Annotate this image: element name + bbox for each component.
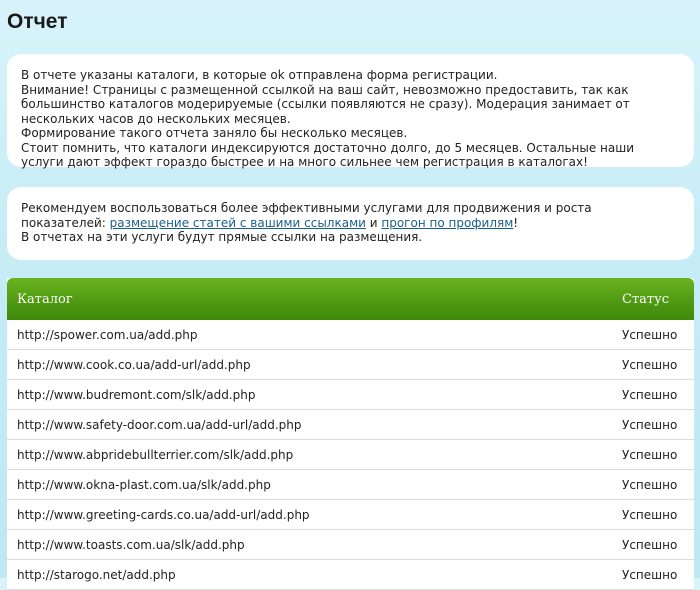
promo-box: Рекомендуем воспользоваться более эффект… bbox=[7, 187, 694, 260]
promo-conjunction: и bbox=[365, 215, 382, 230]
table-row: http://www.toasts.com.ua/slk/add.php Усп… bbox=[7, 529, 694, 560]
status-value: Успешно bbox=[612, 529, 694, 560]
status-column-header: Статус bbox=[612, 278, 694, 320]
table-row: http://www.cook.co.ua/add-url/add.php Ус… bbox=[7, 349, 694, 380]
info-line-1: В отчете указаны каталоги, в которые ok … bbox=[21, 68, 498, 82]
profiles-service-link[interactable]: прогон по профилям bbox=[381, 216, 513, 230]
table-row: http://www.okna-plast.com.ua/slk/add.php… bbox=[7, 469, 694, 500]
status-value: Успешно bbox=[612, 439, 694, 470]
table-row: http://www.abpridebullterrier.com/slk/ad… bbox=[7, 439, 694, 470]
catalog-url: http://www.greeting-cards.co.ua/add-url/… bbox=[7, 499, 612, 530]
table-row: http://www.budremont.com/slk/add.php Усп… bbox=[7, 379, 694, 410]
table-row: http://spower.com.ua/add.php Успешно bbox=[7, 320, 694, 350]
catalog-url: http://www.safety-door.com.ua/add-url/ad… bbox=[7, 409, 612, 440]
info-line-2: Внимание! Страницы с размещенной ссылкой… bbox=[21, 82, 630, 126]
status-value: Успешно bbox=[612, 379, 694, 410]
catalog-url: http://www.abpridebullterrier.com/slk/ad… bbox=[7, 439, 612, 470]
report-info-box: В отчете указаны каталоги, в которые ok … bbox=[7, 54, 694, 170]
info-line-3: Формирование такого отчета заняло бы нес… bbox=[21, 126, 408, 140]
catalog-url: http://spower.com.ua/add.php bbox=[7, 320, 612, 350]
articles-service-link[interactable]: размещение статей с вашими ссылками bbox=[110, 216, 366, 230]
status-value: Успешно bbox=[612, 349, 694, 380]
catalog-url: http://www.cook.co.ua/add-url/add.php bbox=[7, 349, 612, 380]
table-row: http://www.greeting-cards.co.ua/add-url/… bbox=[7, 499, 694, 530]
table-row: http://starogo.net/add.php Успешно bbox=[7, 559, 694, 590]
promo-text: Рекомендуем воспользоваться более эффект… bbox=[21, 201, 680, 230]
status-value: Успешно bbox=[612, 320, 694, 350]
info-line-4: Стоит помнить, что каталоги индексируютс… bbox=[21, 140, 635, 170]
table-row: http://www.safety-door.com.ua/add-url/ad… bbox=[7, 409, 694, 440]
status-value: Успешно bbox=[612, 409, 694, 440]
table-header-row: Каталог Статус bbox=[7, 278, 694, 320]
catalog-url: http://www.toasts.com.ua/slk/add.php bbox=[7, 529, 612, 560]
catalog-column-header: Каталог bbox=[7, 278, 612, 320]
promo-end: ! bbox=[513, 215, 519, 230]
report-table: Каталог Статус http://spower.com.ua/add.… bbox=[7, 278, 694, 590]
status-value: Успешно bbox=[612, 499, 694, 530]
status-value: Успешно bbox=[612, 559, 694, 590]
catalog-url: http://www.budremont.com/slk/add.php bbox=[7, 379, 612, 410]
catalog-url: http://starogo.net/add.php bbox=[7, 559, 612, 590]
status-value: Успешно bbox=[612, 469, 694, 500]
promo-note: В отчетах на эти услуги будут прямые ссы… bbox=[21, 230, 423, 244]
page-title: Отчет bbox=[7, 10, 68, 33]
catalog-url: http://www.okna-plast.com.ua/slk/add.php bbox=[7, 469, 612, 500]
